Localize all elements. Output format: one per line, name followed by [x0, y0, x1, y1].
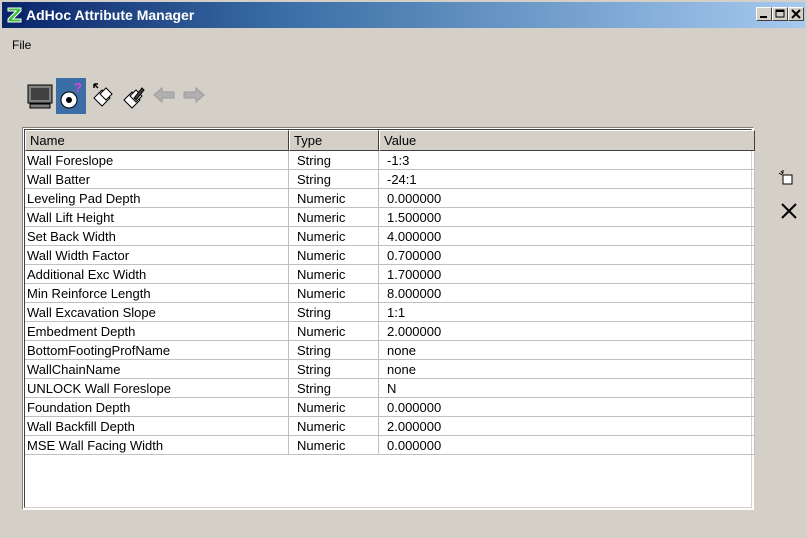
window-title: AdHoc Attribute Manager	[26, 7, 195, 23]
attribute-query-icon: ?	[60, 80, 82, 109]
attribute-add-tool-button[interactable]	[88, 78, 118, 114]
cell-value: 0.000000	[379, 398, 755, 417]
cell-name: BottomFootingProfName	[25, 341, 289, 360]
close-icon	[791, 9, 801, 19]
table-row[interactable]: Wall Lift Height Numeric 1.500000	[25, 208, 755, 227]
cell-value: 1.700000	[379, 265, 755, 284]
delete-icon[interactable]	[780, 202, 798, 220]
cell-type: String	[289, 379, 379, 398]
cell-type: Numeric	[289, 208, 379, 227]
cell-value: 8.000000	[379, 284, 755, 303]
cell-name: Wall Batter	[25, 170, 289, 189]
table-row[interactable]: Wall Excavation Slope String 1:1	[25, 303, 755, 322]
maximize-button[interactable]	[772, 7, 788, 21]
table-row[interactable]: Min Reinforce Length Numeric 8.000000	[25, 284, 755, 303]
cell-type: String	[289, 170, 379, 189]
cell-type: String	[289, 303, 379, 322]
monitor-icon	[27, 84, 53, 109]
cell-name: Set Back Width	[25, 227, 289, 246]
attribute-list[interactable]: Name Type Value Wall Foreslope String -1:3…	[22, 127, 755, 510]
cell-value: none	[379, 360, 755, 379]
attribute-query-tool-button[interactable]: ?	[56, 78, 86, 114]
cell-name: Wall Lift Height	[25, 208, 289, 227]
attribute-edit-tool-button[interactable]	[120, 78, 150, 114]
cell-name: MSE Wall Facing Width	[25, 436, 289, 455]
minimize-icon	[760, 16, 767, 18]
forward-tool-button[interactable]	[178, 78, 208, 114]
table-row[interactable]: UNLOCK Wall Foreslope String N	[25, 379, 755, 398]
cell-name: Wall Foreslope	[25, 151, 289, 170]
cell-name: Wall Backfill Depth	[25, 417, 289, 436]
maximize-icon	[775, 9, 785, 18]
cell-type: Numeric	[289, 227, 379, 246]
list-header: Name Type Value	[25, 130, 755, 151]
cell-value: 4.000000	[379, 227, 755, 246]
cell-name: Wall Excavation Slope	[25, 303, 289, 322]
cell-type: String	[289, 360, 379, 379]
cell-type: Numeric	[289, 189, 379, 208]
new-item-icon[interactable]	[777, 169, 795, 187]
monitor-tool-button[interactable]	[26, 78, 56, 114]
cell-type: String	[289, 341, 379, 360]
svg-text:?: ?	[74, 80, 82, 95]
cell-value: none	[379, 341, 755, 360]
cell-name: UNLOCK Wall Foreslope	[25, 379, 289, 398]
back-tool-button[interactable]	[150, 78, 180, 114]
cell-value: 0.000000	[379, 189, 755, 208]
close-button[interactable]	[788, 7, 804, 21]
app-window: AdHoc Attribute Manager File ? Name Type…	[0, 0, 807, 538]
cell-value: 2.000000	[379, 417, 755, 436]
cell-name: Additional Exc Width	[25, 265, 289, 284]
table-row[interactable]: Leveling Pad Depth Numeric 0.000000	[25, 189, 755, 208]
cell-name: WallChainName	[25, 360, 289, 379]
cell-value: 0.700000	[379, 246, 755, 265]
attribute-edit-icon	[123, 87, 145, 109]
table-row[interactable]: BottomFootingProfName String none	[25, 341, 755, 360]
column-header-type[interactable]: Type	[289, 130, 379, 151]
cell-value: 1:1	[379, 303, 755, 322]
table-row[interactable]: WallChainName String none	[25, 360, 755, 379]
table-row[interactable]: Wall Batter String -24:1	[25, 170, 755, 189]
cell-name: Min Reinforce Length	[25, 284, 289, 303]
cell-name: Embedment Depth	[25, 322, 289, 341]
arrow-right-icon	[183, 86, 205, 104]
cell-value: 2.000000	[379, 322, 755, 341]
table-row[interactable]: Wall Width Factor Numeric 0.700000	[25, 246, 755, 265]
cell-type: String	[289, 151, 379, 170]
cell-type: Numeric	[289, 417, 379, 436]
column-header-value[interactable]: Value	[379, 130, 755, 151]
cell-name: Wall Width Factor	[25, 246, 289, 265]
cell-value: 1.500000	[379, 208, 755, 227]
menu-file[interactable]: File	[12, 38, 31, 52]
cell-type: Numeric	[289, 322, 379, 341]
table-row[interactable]: Wall Backfill Depth Numeric 2.000000	[25, 417, 755, 436]
cell-name: Foundation Depth	[25, 398, 289, 417]
arrow-left-icon	[153, 86, 175, 104]
attribute-add-icon	[93, 83, 113, 107]
minimize-button[interactable]	[756, 7, 772, 21]
cell-type: Numeric	[289, 246, 379, 265]
cell-value: N	[379, 379, 755, 398]
cell-name: Leveling Pad Depth	[25, 189, 289, 208]
cell-type: Numeric	[289, 284, 379, 303]
table-row[interactable]: MSE Wall Facing Width Numeric 0.000000	[25, 436, 755, 455]
column-header-name[interactable]: Name	[25, 130, 289, 151]
cell-type: Numeric	[289, 398, 379, 417]
table-row[interactable]: Foundation Depth Numeric 0.000000	[25, 398, 755, 417]
cell-value: 0.000000	[379, 436, 755, 455]
cell-type: Numeric	[289, 436, 379, 455]
table-row[interactable]: Wall Foreslope String -1:3	[25, 151, 755, 170]
menu-bar: File	[2, 28, 805, 52]
table-row[interactable]: Set Back Width Numeric 4.000000	[25, 227, 755, 246]
table-row[interactable]: Additional Exc Width Numeric 1.700000	[25, 265, 755, 284]
cell-value: -24:1	[379, 170, 755, 189]
table-row[interactable]: Embedment Depth Numeric 2.000000	[25, 322, 755, 341]
title-bar[interactable]: AdHoc Attribute Manager	[2, 2, 805, 28]
cell-value: -1:3	[379, 151, 755, 170]
app-logo-icon	[5, 5, 25, 25]
cell-type: Numeric	[289, 265, 379, 284]
